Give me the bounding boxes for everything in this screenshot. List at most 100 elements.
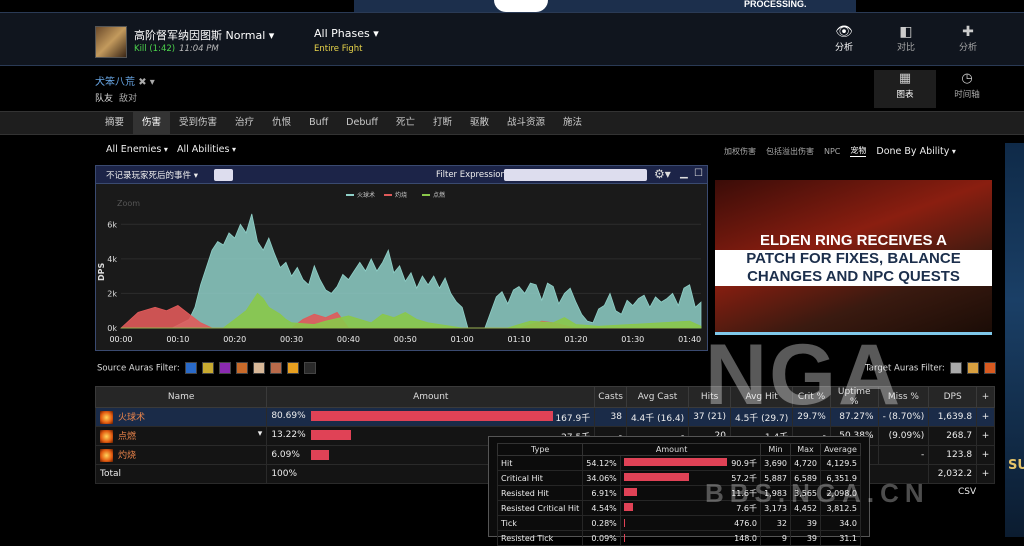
spell-cell[interactable]: 灼烧: [94, 445, 268, 465]
y-tick-label: 0k: [107, 324, 117, 333]
spell-cell[interactable]: 点燃 ▾: [94, 426, 268, 446]
aura-icon[interactable]: [966, 362, 979, 374]
nav-analyze-label: 分析: [834, 43, 853, 53]
view-timeline[interactable]: ◷ 时间轴: [936, 70, 998, 108]
player-select[interactable]: 犬笨八荒 ✖ ▾: [95, 73, 155, 88]
hit-bar: [623, 458, 727, 466]
top-banner-ad[interactable]: PROCESSING.: [354, 0, 856, 12]
col-avg-cast[interactable]: Avg Cast: [625, 386, 690, 408]
filter-expression-input[interactable]: [504, 169, 647, 181]
zoom-label: Zoom: [117, 199, 140, 208]
csv-export-button[interactable]: CSV: [958, 487, 976, 497]
aura-icon[interactable]: [235, 362, 248, 374]
spell-name[interactable]: 灼烧: [118, 451, 136, 461]
aura-icon[interactable]: [286, 362, 299, 374]
filter-expression-label: Filter Expression:: [436, 170, 509, 180]
amount-bar: [311, 449, 330, 460]
tab-debuffs[interactable]: Debuff: [337, 112, 387, 134]
row-plus[interactable]: +: [976, 407, 995, 427]
tab-interrupts[interactable]: 打断: [424, 112, 461, 134]
dps-graph-panel: 不记录玩家死后的事件 ▾ Filter Expression: ⚙▾ ▁ ☐ 火…: [95, 165, 708, 351]
series-area-0: [121, 213, 702, 329]
dps-cell: 123.8: [928, 445, 978, 465]
option-weighted[interactable]: 加权伤害: [724, 146, 756, 157]
nav-analyze-2[interactable]: ✚ 分析: [938, 24, 998, 64]
side-ad[interactable]: SU: [1005, 143, 1024, 537]
tab-healing[interactable]: 治疗: [226, 112, 263, 134]
option-npc[interactable]: NPC: [824, 147, 840, 156]
col-name[interactable]: Name: [94, 386, 268, 408]
spell-name[interactable]: 火球术: [118, 413, 145, 423]
spell-cell[interactable]: 火球术: [94, 407, 268, 427]
expand-icon[interactable]: ▾: [258, 429, 263, 439]
aura-icon[interactable]: [218, 362, 231, 374]
x-tick-label: 01:00: [451, 335, 474, 344]
option-overkill[interactable]: 包括溢出伤害: [766, 146, 814, 157]
dps-chart[interactable]: 火球术 灼烧 点燃 Zoom 0k 2k 4k 6k 00:00 00:10 00:20 00:3…: [96, 185, 707, 351]
option-pets[interactable]: 宠物: [850, 145, 867, 157]
done-by-select[interactable]: Done By Ability: [876, 146, 956, 157]
fight-label: Entire Fight: [314, 44, 363, 54]
player-name: 犬笨八荒: [95, 77, 135, 88]
total-plus[interactable]: +: [976, 464, 995, 484]
player-close-icon[interactable]: ✖ ▾: [138, 77, 155, 88]
minimize-icon[interactable]: ▁: [680, 168, 688, 179]
x-tick-label: 01:30: [621, 335, 644, 344]
x-tick-label: 01:40: [678, 335, 701, 344]
aura-icon[interactable]: [949, 362, 962, 374]
enemies-filter[interactable]: All Enemies: [106, 144, 168, 155]
maximize-icon[interactable]: ☐: [694, 168, 703, 179]
abilities-filter[interactable]: All Abilities: [177, 144, 236, 155]
avg-cast-cell: 4.4千 (16.4): [625, 407, 690, 427]
source-auras-filter: Source Auras Filter:: [97, 362, 316, 374]
tab-buffs[interactable]: Buff: [300, 112, 337, 134]
col-amount[interactable]: Amount: [266, 386, 596, 408]
amount-value: 167.9千: [555, 413, 591, 424]
aura-icon[interactable]: [269, 362, 282, 374]
death-events-toggle[interactable]: [214, 169, 233, 181]
col-plus[interactable]: +: [976, 386, 995, 408]
team-enemy[interactable]: 敌对: [119, 94, 137, 104]
col-casts[interactable]: Casts: [594, 386, 627, 408]
spell-icon: [100, 430, 113, 443]
nav-analyze-2-label: 分析: [958, 43, 977, 53]
nav-compare[interactable]: ◧ 对比: [876, 24, 936, 64]
gear-icon[interactable]: ⚙▾: [654, 167, 671, 181]
clock-icon: ◷: [961, 71, 973, 86]
hit-pct: 0.28%: [582, 515, 621, 531]
tab-deaths[interactable]: 死亡: [387, 112, 424, 134]
phases-select[interactable]: All Phases ▾: [314, 27, 379, 40]
death-events-select[interactable]: 不记录玩家死后的事件 ▾: [106, 169, 198, 181]
video-ad[interactable]: ELDEN RING RECEIVES A PATCH FOR FIXES, B…: [715, 180, 992, 335]
tab-casts[interactable]: 施法: [554, 112, 591, 134]
view-chart[interactable]: ▦ 图表: [874, 70, 936, 108]
tab-damage[interactable]: 伤害: [133, 112, 171, 134]
hit-type: Resisted Critical Hit: [496, 500, 584, 516]
aura-icon[interactable]: [252, 362, 265, 374]
boss-select[interactable]: 高阶督军纳因图斯 Normal ▾: [134, 27, 274, 43]
aura-icon[interactable]: [983, 362, 996, 374]
team-friendly[interactable]: 队友: [95, 94, 113, 104]
hit-max: 4,720: [790, 455, 821, 471]
spell-name[interactable]: 点燃: [118, 432, 136, 442]
tab-summary[interactable]: 摘要: [96, 112, 133, 134]
compare-icon: ◧: [899, 24, 913, 40]
tab-damage-taken[interactable]: 受到伤害: [170, 112, 226, 134]
ad-line-3: CHANGES AND NPC QUESTS: [715, 268, 992, 286]
aura-icon[interactable]: [184, 362, 197, 374]
tab-threat[interactable]: 仇恨: [263, 112, 300, 134]
aura-icon[interactable]: [201, 362, 214, 374]
hit-avg: 34.0: [820, 515, 861, 531]
nav-compare-label: 对比: [896, 43, 915, 53]
pcol-max: Max: [790, 443, 821, 456]
hit-min: 3,690: [760, 455, 791, 471]
col-dps[interactable]: DPS: [928, 386, 978, 408]
tab-dispels[interactable]: 驱散: [461, 112, 498, 134]
nav-analyze[interactable]: 👁 分析: [814, 24, 874, 64]
aura-icon[interactable]: [303, 362, 316, 374]
tab-resources[interactable]: 战斗资源: [498, 112, 554, 134]
source-auras-label: Source Auras Filter:: [97, 363, 180, 374]
row-plus[interactable]: +: [976, 445, 995, 465]
spell-icon: [100, 411, 113, 424]
row-plus[interactable]: +: [976, 426, 995, 446]
